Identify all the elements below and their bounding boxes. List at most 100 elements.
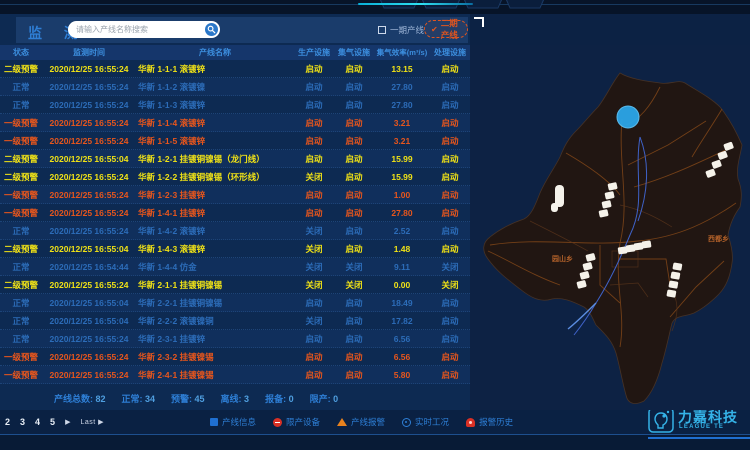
cell-eff: 13.15 — [374, 64, 430, 74]
cell-status: 正常 — [0, 333, 42, 345]
cell-name: 华新 1-1-1 滚镀锌 — [136, 63, 294, 75]
legend-item-circle[interactable]: 限产设备 — [273, 416, 320, 428]
cell-time: 2020/12/25 16:55:24 — [42, 100, 136, 110]
cell-prod: 启动 — [294, 351, 334, 363]
cell-name: 华新 2-3-1 挂镀锌 — [136, 333, 294, 345]
table-row[interactable]: 二级预警2020/12/25 16:55:24华新 2-1-1 挂镀铜镍锡关闭关… — [0, 276, 470, 294]
page-button[interactable]: 2 — [5, 417, 10, 427]
table-row[interactable]: 正常2020/12/25 16:55:24华新 2-3-1 挂镀锌启动启动6.5… — [0, 330, 470, 348]
cell-eff: 27.80 — [374, 82, 430, 92]
cell-proc: 关闭 — [430, 279, 470, 291]
cell-prod: 关闭 — [294, 243, 334, 255]
phase1-label: 一期产线 — [390, 24, 424, 36]
cell-name: 华新 2-2-2 滚镀镍铜 — [136, 315, 294, 327]
cell-proc: 启动 — [430, 81, 470, 93]
cell-time: 2020/12/25 16:55:24 — [42, 64, 136, 74]
cell-status: 正常 — [0, 225, 42, 237]
cell-prod: 启动 — [294, 333, 334, 345]
cell-time: 2020/12/25 16:55:24 — [42, 172, 136, 182]
cell-name: 华新 1-2-3 挂镀锌 — [136, 189, 294, 201]
summary-item: 正常: 34 — [122, 392, 156, 405]
table-header: 状态 监测时间 产线名称 生产设施 集气设施 集气效率(m³/s) 处理设施 — [0, 45, 470, 60]
cell-eff: 3.21 — [374, 136, 430, 146]
cell-status: 二级预警 — [0, 171, 42, 183]
cell-eff: 1.00 — [374, 190, 430, 200]
col-status: 状态 — [0, 47, 42, 58]
table-row[interactable]: 二级预警2020/12/25 16:55:24华新 1-2-2 挂镀铜镍锡（环形… — [0, 168, 470, 186]
cell-status: 一级预警 — [0, 117, 42, 129]
cell-gas: 启动 — [334, 117, 374, 129]
cell-name: 华新 1-4-4 仿金 — [136, 261, 294, 273]
cell-prod: 启动 — [294, 63, 334, 75]
map-point-marker[interactable] — [617, 106, 639, 128]
table-row[interactable]: 正常2020/12/25 16:55:24华新 1-1-3 滚镀锌启动启动27.… — [0, 96, 470, 114]
table-row[interactable]: 一级预警2020/12/25 16:55:24华新 2-4-1 挂镀镍锡启动启动… — [0, 366, 470, 384]
corner-bracket-decor — [474, 17, 484, 27]
phase1-checkbox[interactable]: 一期产线 — [378, 24, 424, 36]
cell-prod: 关闭 — [294, 261, 334, 273]
table-row[interactable]: 二级预警2020/12/25 16:55:24华新 1-1-1 滚镀锌启动启动1… — [0, 60, 470, 78]
phase2-button[interactable]: ✔ 二期产线 — [424, 20, 468, 38]
cell-eff: 2.52 — [374, 226, 430, 236]
summary-item: 限产: 0 — [310, 392, 339, 405]
cell-name: 华新 2-4-1 挂镀镍锡 — [136, 369, 294, 381]
table-row[interactable]: 一级预警2020/12/25 16:55:24华新 1-4-1 挂镀锌启动启动2… — [0, 204, 470, 222]
col-name: 产线名称 — [136, 47, 294, 58]
table-row[interactable]: 正常2020/12/25 16:55:24华新 1-1-2 滚镀镍启动启动27.… — [0, 78, 470, 96]
table-row[interactable]: 一级预警2020/12/25 16:55:24华新 1-1-5 滚镀锌启动启动3… — [0, 132, 470, 150]
legend-label: 限产设备 — [286, 416, 320, 428]
table-row[interactable]: 正常2020/12/25 16:55:04华新 2-2-1 挂镀铜镍锡启动启动1… — [0, 294, 470, 312]
cell-prod: 启动 — [294, 297, 334, 309]
legend-item-bell[interactable]: 报警历史 — [466, 416, 513, 428]
cell-time: 2020/12/25 16:55:24 — [42, 352, 136, 362]
cell-eff: 17.82 — [374, 316, 430, 326]
map-panel[interactable]: 园山乡 西都乡 — [470, 45, 750, 410]
table-row[interactable]: 一级预警2020/12/25 16:55:24华新 2-3-2 挂镀镍锡启动启动… — [0, 348, 470, 366]
page-button[interactable]: 5 — [50, 417, 55, 427]
cell-name: 华新 1-4-3 滚镀锌 — [136, 243, 294, 255]
cell-prod: 启动 — [294, 135, 334, 147]
brand-underline — [648, 437, 750, 439]
cell-prod: 关闭 — [294, 279, 334, 291]
table-row[interactable]: 正常2020/12/25 16:54:44华新 1-4-4 仿金关闭关闭9.11… — [0, 258, 470, 276]
cell-prod: 关闭 — [294, 225, 334, 237]
table-row[interactable]: 正常2020/12/25 16:55:24华新 1-4-2 滚镀锌关闭启动2.5… — [0, 222, 470, 240]
legend-item-square[interactable]: 产线信息 — [210, 416, 256, 428]
legend-item-person[interactable]: 实时工况 — [402, 416, 449, 428]
cell-prod: 启动 — [294, 99, 334, 111]
monitor-panel: 监 测 一期产线 ✔ 二期产线 状态 监测时间 产线名称 生产设施 集气设施 集… — [0, 14, 470, 434]
col-eff: 集气效率(m³/s) — [374, 47, 430, 58]
page-button[interactable]: 4 — [35, 417, 40, 427]
summary-stats: 产线总数: 82正常: 34预警: 45离线: 3报备: 0限产: 0 — [54, 388, 338, 408]
col-time: 监测时间 — [42, 47, 136, 58]
search-button[interactable] — [205, 23, 218, 36]
summary-item: 离线: 3 — [221, 392, 250, 405]
last-page-button[interactable]: Last ▶ — [80, 418, 104, 426]
search-input[interactable] — [76, 21, 201, 38]
cell-eff: 15.99 — [374, 154, 430, 164]
cell-name: 华新 1-2-2 挂镀铜镍锡（环形线） — [136, 171, 294, 183]
col-gas: 集气设施 — [334, 47, 374, 58]
legend-item-tri[interactable]: 产线报警 — [337, 416, 385, 428]
cell-prod: 启动 — [294, 153, 334, 165]
cell-time: 2020/12/25 16:55:24 — [42, 190, 136, 200]
cell-status: 一级预警 — [0, 351, 42, 363]
cell-proc: 启动 — [430, 225, 470, 237]
person-icon — [402, 418, 411, 427]
cell-gas: 启动 — [334, 369, 374, 381]
cell-gas: 启动 — [334, 297, 374, 309]
table-row[interactable]: 正常2020/12/25 16:55:04华新 2-2-2 滚镀镍铜关闭启动17… — [0, 312, 470, 330]
table-row[interactable]: 二级预警2020/12/25 16:55:04华新 1-2-1 挂镀铜镍锡（龙门… — [0, 150, 470, 168]
header-bar: 监 测 一期产线 ✔ 二期产线 — [16, 17, 468, 43]
cell-time: 2020/12/25 16:55:04 — [42, 154, 136, 164]
table-row[interactable]: 二级预警2020/12/25 16:55:04华新 1-4-3 滚镀锌关闭启动1… — [0, 240, 470, 258]
cell-proc: 关闭 — [430, 261, 470, 273]
legend-label: 产线信息 — [222, 416, 256, 428]
cell-eff: 27.80 — [374, 100, 430, 110]
col-prod: 生产设施 — [294, 47, 334, 58]
cell-name: 华新 2-1-1 挂镀铜镍锡 — [136, 279, 294, 291]
table-row[interactable]: 一级预警2020/12/25 16:55:24华新 1-2-3 挂镀锌启动启动1… — [0, 186, 470, 204]
page-button[interactable]: 3 — [20, 417, 25, 427]
table-row[interactable]: 一级预警2020/12/25 16:55:24华新 1-1-4 滚镀锌启动启动3… — [0, 114, 470, 132]
next-page-button[interactable]: ▶ — [65, 418, 70, 426]
